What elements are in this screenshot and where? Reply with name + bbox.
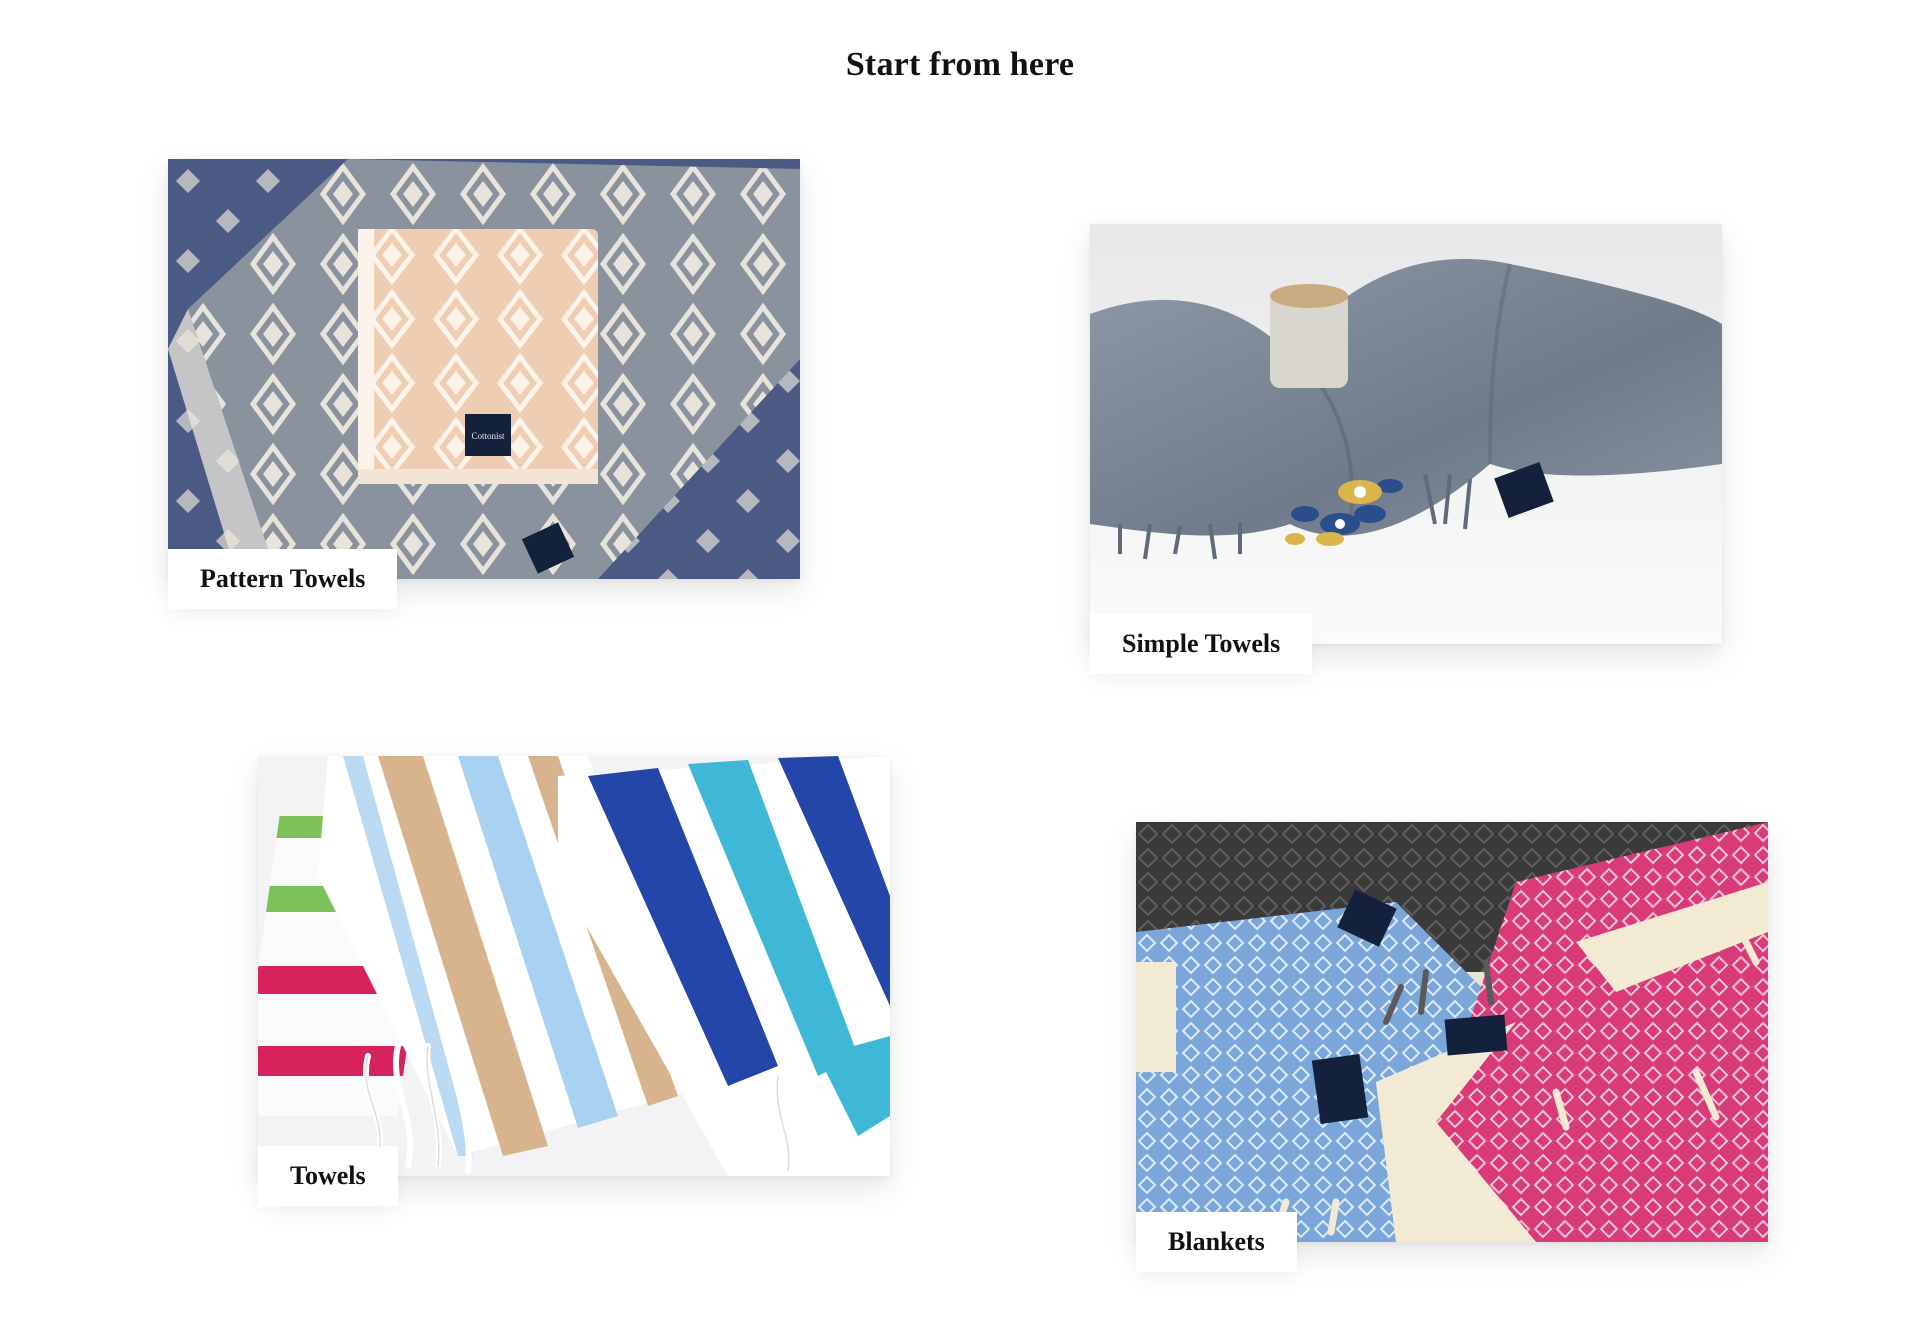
category-label[interactable]: Blankets [1136, 1212, 1297, 1272]
pattern-towels-photo[interactable]: Cottonist [168, 159, 800, 579]
blankets-photo[interactable] [1136, 822, 1768, 1242]
category-label[interactable]: Towels [258, 1146, 398, 1206]
section-title: Start from here [845, 46, 1075, 83]
category-card-pattern-towels[interactable]: Cottonist Pattern Towels [168, 159, 800, 609]
category-page: Start from here Cottonist Pattern Towels… [0, 0, 1920, 1335]
category-card-simple-towels[interactable]: Simple Towels [1090, 224, 1722, 674]
category-card-towels[interactable]: Towels [258, 756, 890, 1206]
svg-text:Cottonist: Cottonist [471, 431, 505, 441]
category-card-blankets[interactable]: Blankets [1136, 822, 1768, 1272]
simple-towels-photo[interactable] [1090, 224, 1722, 644]
category-label[interactable]: Simple Towels [1090, 614, 1313, 674]
striped-towels-photo[interactable] [258, 756, 890, 1176]
category-label[interactable]: Pattern Towels [168, 549, 398, 609]
